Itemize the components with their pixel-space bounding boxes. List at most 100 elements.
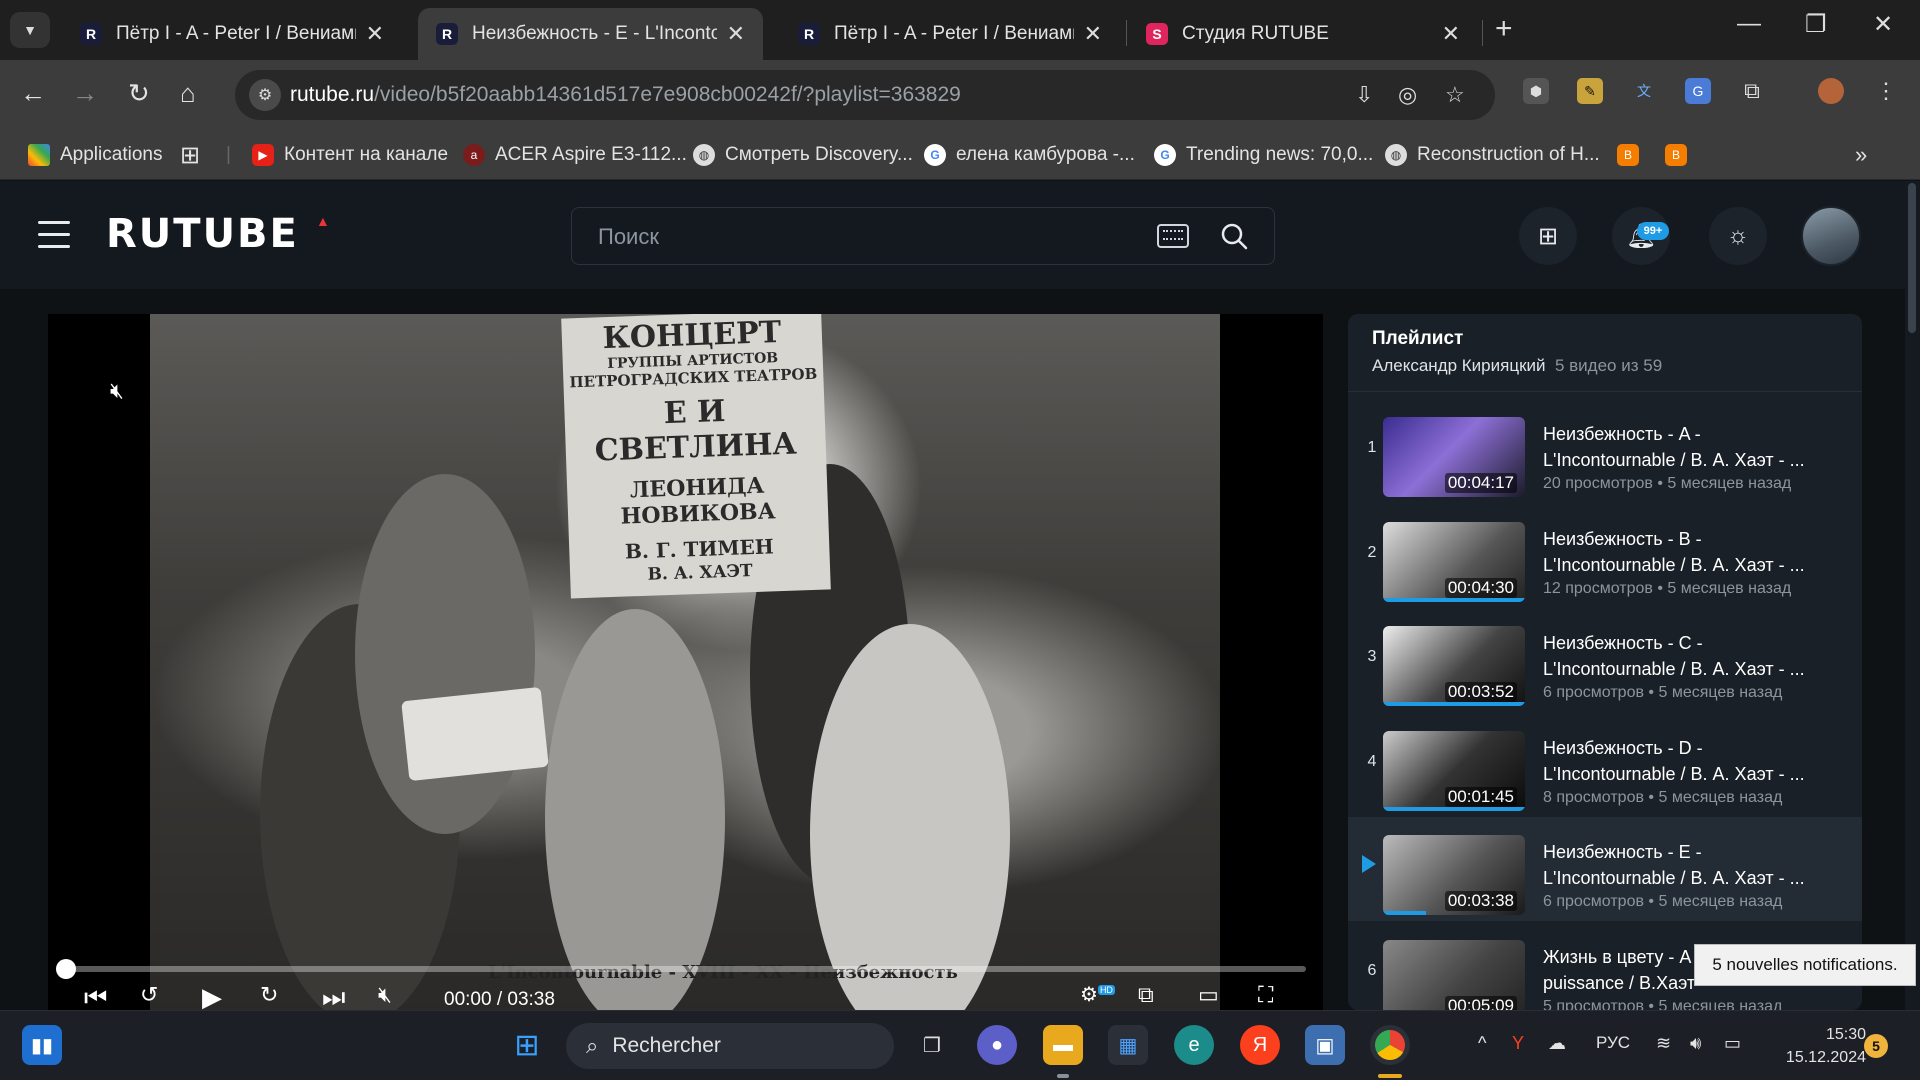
- home-icon[interactable]: ⌂: [180, 78, 196, 109]
- language-indicator[interactable]: РУС: [1596, 1033, 1630, 1053]
- keyboard-icon[interactable]: [1157, 224, 1189, 248]
- bookmark-kamburova[interactable]: Gелена камбурова -...: [924, 138, 1135, 172]
- playlist-item-title[interactable]: Неизбежность - E - L'Incontournable / В. …: [1543, 839, 1843, 891]
- playlist-item[interactable]: 1 00:04:17 Неизбежность - A - L'Incontourna…: [1348, 399, 1862, 503]
- bookmark-acer[interactable]: a ACER Aspire E3-112...: [463, 138, 687, 172]
- tab-peter-1[interactable]: R Пётр I - A - Peter I / Вениамин ✕: [62, 8, 402, 60]
- close-icon[interactable]: ✕: [1084, 21, 1102, 47]
- playlist-item-title[interactable]: Неизбежность - C - L'Incontournable / В. …: [1543, 630, 1843, 682]
- fullscreen-icon[interactable]: ⛶: [1258, 982, 1273, 1008]
- theme-toggle-button[interactable]: ☼: [1709, 207, 1767, 265]
- miniplayer-icon[interactable]: ⧉: [1138, 982, 1154, 1008]
- playlist-thumbnail[interactable]: 00:01:45: [1383, 731, 1525, 811]
- site-info-icon[interactable]: ⚙: [249, 79, 281, 111]
- close-icon[interactable]: ✕: [727, 21, 745, 47]
- progress-bar[interactable]: [66, 966, 1306, 972]
- upload-video-button[interactable]: ⊞: [1519, 207, 1577, 265]
- task-view-icon[interactable]: ❐: [912, 1025, 952, 1065]
- playlist-item-title[interactable]: Неизбежность - B - L'Incontournable / В. …: [1543, 526, 1843, 578]
- playlist-author[interactable]: Александр Кирияцкий: [1372, 356, 1546, 375]
- playlist-item-title[interactable]: Неизбежность - A - L'Incontournable / В. …: [1543, 421, 1843, 473]
- search-icon[interactable]: [1220, 222, 1248, 250]
- restore-icon[interactable]: ❐: [1805, 10, 1827, 39]
- reload-icon[interactable]: ↻: [128, 78, 150, 109]
- google-translate-icon[interactable]: G: [1685, 78, 1711, 104]
- extensions-puzzle-icon[interactable]: ⧉: [1739, 78, 1765, 104]
- taskbar-search[interactable]: ⌕ Rechercher: [566, 1023, 894, 1069]
- menu-hamburger-icon[interactable]: [38, 221, 70, 257]
- bookmark-kontent[interactable]: ▶ Контент на канале: [252, 138, 448, 172]
- progress-handle[interactable]: [56, 959, 76, 979]
- next-track-icon[interactable]: ⏭︎: [322, 982, 345, 1010]
- playlist-item[interactable]: 4 00:01:45 Неизбежность - D - L'Incontourna…: [1348, 713, 1862, 817]
- profile-avatar-icon[interactable]: [1818, 78, 1844, 104]
- bookmark-blogger-1[interactable]: B: [1617, 138, 1649, 172]
- chrome-icon[interactable]: [1370, 1025, 1410, 1065]
- extension-translate-icon[interactable]: 文: [1631, 78, 1657, 104]
- teams-meet-icon[interactable]: ●: [977, 1025, 1017, 1065]
- tab-search-button[interactable]: ▼: [10, 12, 50, 48]
- user-avatar[interactable]: [1801, 206, 1861, 266]
- window-close-icon[interactable]: ✕: [1873, 10, 1893, 39]
- bookmark-reconstruction[interactable]: ◍ Reconstruction of H...: [1385, 138, 1600, 172]
- system-clock[interactable]: 15:30 15.12.2024: [1770, 1023, 1866, 1069]
- eye-off-icon[interactable]: ◎: [1398, 82, 1417, 108]
- install-app-icon[interactable]: ⇩: [1355, 82, 1373, 108]
- rewind-10-icon[interactable]: ↺: [140, 982, 158, 1008]
- theater-mode-icon[interactable]: ▭: [1198, 982, 1219, 1008]
- yandex-tray-icon[interactable]: Y: [1512, 1033, 1524, 1054]
- menu-kebab-icon[interactable]: ⋮: [1873, 78, 1899, 104]
- extension-shield-icon[interactable]: ⬢: [1523, 78, 1549, 104]
- back-arrow-icon[interactable]: ←: [20, 78, 46, 109]
- close-icon[interactable]: ✕: [1442, 21, 1460, 47]
- bookmark-applications[interactable]: Applications: [28, 138, 162, 172]
- play-icon[interactable]: ▶: [202, 982, 222, 1010]
- forward-10-icon[interactable]: ↻: [260, 982, 278, 1008]
- page-scrollbar[interactable]: [1905, 181, 1920, 1010]
- bookmark-blogger-2[interactable]: B: [1665, 138, 1697, 172]
- edge-icon[interactable]: e: [1174, 1025, 1214, 1065]
- onedrive-cloud-icon[interactable]: ☁: [1548, 1033, 1566, 1054]
- playlist-thumbnail[interactable]: 00:04:30: [1383, 522, 1525, 602]
- tab-peter-2[interactable]: R Пётр I - A - Peter I / Вениамин ✕: [780, 8, 1120, 60]
- scrollbar-thumb[interactable]: [1908, 183, 1916, 333]
- tab-active-neizbezhnost[interactable]: R Неизбежность - E - L'Incontour ✕: [418, 8, 763, 60]
- playlist-thumbnail[interactable]: 00:03:52: [1383, 626, 1525, 706]
- playlist-thumbnail[interactable]: 00:04:17: [1383, 417, 1525, 497]
- close-icon[interactable]: ✕: [366, 21, 384, 47]
- file-explorer-icon[interactable]: ▬: [1043, 1025, 1083, 1065]
- forward-arrow-icon[interactable]: →: [72, 78, 98, 109]
- settings-gear-icon[interactable]: ⚙ HD: [1080, 982, 1115, 1007]
- minimize-icon[interactable]: —: [1737, 10, 1761, 38]
- tab-studio-rutube[interactable]: S Студия RUTUBE ✕: [1128, 8, 1478, 60]
- bookmark-discovery[interactable]: ◍ Смотреть Discovery...: [693, 138, 913, 172]
- address-bar[interactable]: ⚙ rutube.ru/video/b5f20aabb14361d517e7e9…: [235, 70, 1495, 120]
- playlist-thumbnail[interactable]: 00:03:38: [1383, 835, 1525, 915]
- playlist-item[interactable]: 2 00:04:30 Неизбежность - B - L'Incontourna…: [1348, 504, 1862, 608]
- wifi-icon[interactable]: ≋: [1656, 1033, 1671, 1054]
- url-text[interactable]: rutube.ru/video/b5f20aabb14361d517e7e908…: [290, 83, 961, 107]
- battery-icon[interactable]: ▭: [1724, 1033, 1741, 1054]
- remote-desktop-icon[interactable]: ▣: [1305, 1025, 1345, 1065]
- video-player[interactable]: КОНЦЕРТ ГРУППЫ АРТИСТОВ ПЕТРОГРАДСКИХ ТЕ…: [48, 314, 1323, 1010]
- windows-start-icon[interactable]: ⊞: [507, 1025, 547, 1065]
- show-hidden-icons-icon[interactable]: ^: [1478, 1033, 1486, 1054]
- tab-groups-icon[interactable]: ⊞: [180, 138, 200, 172]
- more-bookmarks-icon[interactable]: »: [1855, 138, 1867, 172]
- notification-count-badge[interactable]: 5: [1864, 1034, 1888, 1058]
- widgets-icon[interactable]: ▮▮: [22, 1025, 62, 1065]
- playlist-item-title[interactable]: Неизбежность - D - L'Incontournable / В. …: [1543, 735, 1843, 787]
- extension-notes-icon[interactable]: ✎: [1577, 78, 1603, 104]
- playlist-item[interactable]: 3 00:03:52 Неизбежность - C - L'Incontourna…: [1348, 608, 1862, 712]
- search-input[interactable]: [596, 222, 1136, 252]
- bookmark-trending[interactable]: G Trending news: 70,0...: [1154, 138, 1373, 172]
- volume-muted-icon[interactable]: 🔇︎: [378, 982, 392, 1008]
- previous-track-icon[interactable]: ⏮︎: [84, 982, 107, 1010]
- muted-indicator-icon[interactable]: 🔇︎: [110, 369, 154, 413]
- yandex-browser-icon[interactable]: Я: [1240, 1025, 1280, 1065]
- playlist-item[interactable]: 00:03:38 Неизбежность - E - L'Incontournab…: [1348, 817, 1862, 921]
- rutube-logo[interactable]: RUTUBE: [106, 211, 299, 257]
- microsoft-store-icon[interactable]: ▦: [1108, 1025, 1148, 1065]
- bookmark-star-icon[interactable]: ☆: [1445, 82, 1465, 108]
- volume-icon[interactable]: 🔊︎: [1690, 1033, 1701, 1054]
